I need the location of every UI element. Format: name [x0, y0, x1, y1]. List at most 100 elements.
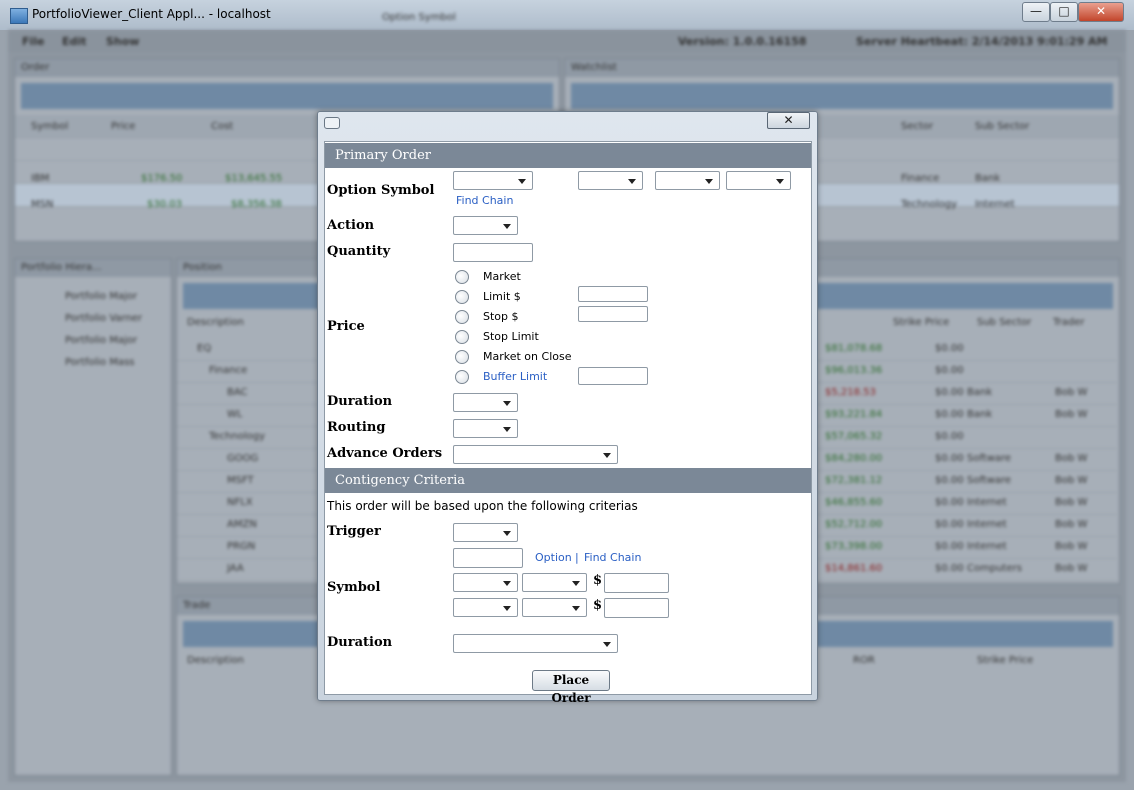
position-row-strike: $0.00 — [935, 409, 964, 420]
option-expiry-dropdown[interactable] — [578, 171, 643, 190]
option-link[interactable]: Option — [535, 551, 572, 564]
portfolio-panel-title: Portfolio Hiera... — [21, 262, 102, 273]
chevron-down-icon — [503, 224, 511, 229]
window-close-button[interactable]: ✕ — [1078, 2, 1124, 22]
place-order-button[interactable]: Place Order — [532, 670, 610, 705]
position-row-value: $5,218.53 — [825, 387, 876, 398]
order-panel-title: Order — [21, 62, 50, 73]
order-col-price: Price — [111, 121, 136, 132]
chevron-down-icon — [572, 606, 580, 611]
duration-dropdown-2[interactable] — [453, 634, 618, 653]
position-row-trader: Bob W — [1055, 409, 1088, 420]
order-dialog: ✕ Primary Order Option Symbol Find Chain… — [317, 111, 818, 705]
action-label: Action — [327, 218, 375, 233]
position-row-subsector: Software — [967, 453, 1012, 464]
tree-item[interactable]: Portfolio Major — [65, 335, 137, 346]
position-row-name: Technology — [209, 431, 266, 442]
position-row-strike: $0.00 — [935, 365, 964, 376]
option-symbol-dropdown[interactable] — [453, 171, 533, 190]
bg-top-title: Option Symbol — [382, 12, 456, 23]
price-limit-radio[interactable] — [455, 290, 469, 304]
tree-item[interactable]: Portfolio Mass — [65, 357, 135, 368]
dialog-close-button[interactable]: ✕ — [767, 112, 810, 129]
position-row-strike: $0.00 — [935, 343, 964, 354]
menu-show[interactable]: Show — [106, 35, 139, 48]
find-chain-link-2[interactable]: Find Chain — [584, 551, 641, 564]
symbol-price-input-2[interactable] — [604, 598, 669, 618]
action-dropdown[interactable] — [453, 216, 518, 235]
symbol-dropdown-1[interactable] — [453, 573, 518, 592]
watch-col-subsector: Sub Sector — [975, 121, 1030, 132]
trigger-dropdown[interactable] — [453, 523, 518, 542]
option-symbol-label: Option Symbol — [327, 183, 435, 198]
position-row-name: WL — [227, 409, 243, 420]
menu-bar: File Edit Show Version: 1.0.0.16158 Serv… — [8, 30, 1126, 52]
position-panel-title: Position — [183, 262, 222, 273]
position-row-strike: $0.00 — [935, 497, 964, 508]
tree-item[interactable]: Portfolio Major — [65, 291, 137, 302]
menu-file[interactable]: File — [22, 35, 45, 48]
routing-dropdown[interactable] — [453, 419, 518, 438]
watch-row-subsector: Bank — [975, 173, 1001, 184]
order-toolbar — [21, 83, 553, 109]
chevron-down-icon — [503, 427, 511, 432]
buffer-limit-link[interactable]: Buffer Limit — [483, 370, 547, 383]
watch-row-sector: Finance — [901, 173, 940, 184]
watch-row-subsector: Internet — [975, 199, 1015, 210]
chevron-down-icon — [503, 606, 511, 611]
symbol-condition-dropdown-1[interactable] — [522, 573, 587, 592]
duration-dropdown[interactable] — [453, 393, 518, 412]
position-row-value: $52,712.00 — [825, 519, 883, 530]
limit-price-input[interactable] — [578, 286, 648, 302]
quantity-label: Quantity — [327, 244, 391, 259]
price-stop-limit-radio[interactable] — [455, 330, 469, 344]
price-stop-limit-label: Stop Limit — [483, 330, 539, 343]
order-row-price: $30.03 — [147, 199, 182, 210]
position-row-trader: Bob W — [1055, 563, 1088, 574]
minimize-button[interactable]: — — [1022, 2, 1050, 22]
position-row-strike: $0.00 — [935, 563, 964, 574]
trade-col-strike: Strike Price — [977, 655, 1034, 666]
price-stop-radio[interactable] — [455, 310, 469, 324]
trigger-label: Trigger — [327, 524, 381, 539]
position-row-subsector: Internet — [967, 541, 1007, 552]
contingency-note: This order will be based upon the follow… — [327, 499, 638, 513]
position-row-name: EQ — [197, 343, 212, 354]
advance-orders-dropdown[interactable] — [453, 445, 618, 464]
position-row-subsector: Computers — [967, 563, 1022, 574]
position-row-trader: Bob W — [1055, 497, 1088, 508]
tree-item[interactable]: Portfolio Varner — [65, 313, 142, 324]
position-row-value: $57,065.32 — [825, 431, 883, 442]
price-market-on-close-radio[interactable] — [455, 350, 469, 364]
position-row-value: $73,398.00 — [825, 541, 883, 552]
position-col-description: Description — [187, 317, 244, 328]
price-buffer-limit-radio[interactable] — [455, 370, 469, 384]
contingency-symbol-input[interactable] — [453, 548, 523, 568]
menu-edit[interactable]: Edit — [62, 35, 86, 48]
position-row-name: BAC — [227, 387, 248, 398]
price-label: Price — [327, 319, 365, 334]
advance-orders-label: Advance Orders — [327, 446, 443, 461]
find-chain-link[interactable]: Find Chain — [456, 194, 513, 207]
option-type-dropdown[interactable] — [726, 171, 791, 190]
trade-col-ror: ROR — [853, 655, 875, 666]
buffer-limit-input[interactable] — [578, 367, 648, 385]
option-strike-dropdown[interactable] — [655, 171, 720, 190]
position-row-name: PRGN — [227, 541, 256, 552]
heartbeat-label: Server Heartbeat: 2/14/2013 9:01:29 AM — [856, 35, 1108, 48]
price-market-radio[interactable] — [455, 270, 469, 284]
portfolio-hierarchy-panel: Portfolio Hiera... Portfolio Major Portf… — [14, 258, 172, 776]
position-row-strike: $0.00 — [935, 431, 964, 442]
stop-price-input[interactable] — [578, 306, 648, 322]
position-col-subsector: Sub Sector — [977, 317, 1032, 328]
position-row-name: JAA — [227, 563, 244, 574]
position-row-value: $46,855.60 — [825, 497, 883, 508]
maximize-button[interactable]: □ — [1050, 2, 1078, 22]
order-row-symbol: IBM — [31, 173, 50, 184]
contingency-header: Contigency Criteria — [325, 468, 811, 493]
primary-order-header: Primary Order — [325, 143, 811, 168]
symbol-dropdown-2[interactable] — [453, 598, 518, 617]
symbol-condition-dropdown-2[interactable] — [522, 598, 587, 617]
symbol-price-input-1[interactable] — [604, 573, 669, 593]
quantity-input[interactable] — [453, 243, 533, 262]
